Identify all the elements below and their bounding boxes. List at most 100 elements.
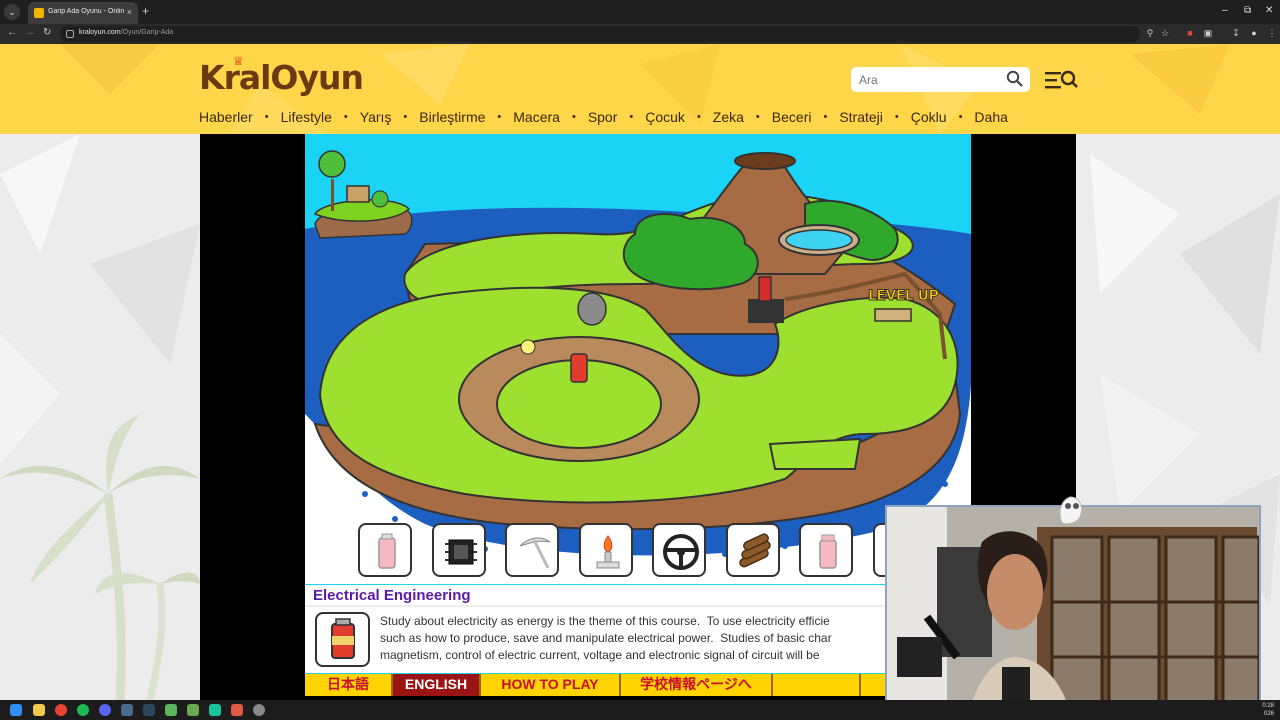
how-to-play-button[interactable]: HOW TO PLAY — [481, 674, 621, 696]
nav-item-11[interactable]: Daha — [974, 109, 1007, 125]
tool-slot-burner[interactable] — [579, 523, 633, 577]
reload-icon[interactable]: ↻ — [43, 27, 51, 38]
nav-item-0[interactable]: Haberler — [199, 109, 253, 125]
steering-wheel-icon — [663, 534, 699, 570]
chrome-icon[interactable] — [55, 704, 67, 716]
forward-icon[interactable]: → — [25, 27, 35, 38]
canister-icon — [819, 534, 837, 569]
bunsen-burner-icon — [596, 535, 620, 569]
app-green-icon[interactable] — [209, 704, 221, 716]
japanese-button[interactable]: 日本語 — [305, 674, 393, 696]
address-bar[interactable]: kraloyun.com/Oyun/Garip-Ada — [60, 26, 1140, 42]
nav-separator: • — [343, 111, 348, 123]
spotify-icon[interactable] — [77, 704, 89, 716]
taskbar: 0:28 026 — [0, 700, 1280, 720]
minimize-button[interactable]: – — [1222, 5, 1228, 16]
tab-title: Garip Ada Oyunu - Online ücre — [48, 8, 124, 15]
tool-slot-battery[interactable] — [358, 523, 412, 577]
nav-item-6[interactable]: Çocuk — [645, 109, 685, 125]
nav-item-2[interactable]: Yarış — [360, 109, 392, 125]
clock-time: 0:28 — [1262, 703, 1274, 709]
battery-icon — [331, 618, 355, 659]
tool-slot-canister[interactable] — [799, 523, 853, 577]
discord-icon[interactable] — [99, 704, 111, 716]
site-header: KralOyun ♕ Haberler • Lifestyle • Yarış • Birl… — [0, 44, 1280, 134]
course-icon — [315, 612, 370, 667]
tool-slot-chip[interactable] — [432, 523, 486, 577]
browser-tab-bar: ⌄ Garip Ada Oyunu - Online ücre × + – ⧉ … — [0, 0, 1280, 24]
nav-separator: • — [696, 111, 701, 123]
settings-icon[interactable] — [253, 704, 265, 716]
restore-button[interactable]: ⧉ — [1244, 5, 1251, 16]
system-clock[interactable]: 0:28 026 — [1262, 702, 1274, 718]
nav-item-8[interactable]: Beceri — [772, 109, 812, 125]
battery-icon — [378, 533, 396, 569]
nav-item-4[interactable]: Macera — [513, 109, 560, 125]
steam-alt-icon[interactable] — [143, 704, 155, 716]
webcam-overlay — [885, 505, 1261, 717]
search-input[interactable] — [859, 71, 999, 88]
extensions-puzzle-icon[interactable]: ▣ — [1203, 28, 1213, 38]
nav-separator: • — [629, 111, 634, 123]
course-description: Study about electricity as energy is the… — [380, 613, 885, 664]
empty-button[interactable] — [773, 674, 861, 696]
tool-slot-logs[interactable] — [726, 523, 780, 577]
tool-slot-wheel[interactable] — [652, 523, 706, 577]
downloads-icon[interactable]: ↧ — [1231, 28, 1241, 38]
course-header: Electrical Engineering — [305, 585, 885, 607]
extension-icon[interactable]: ■ — [1185, 28, 1195, 38]
nav-separator: • — [894, 111, 899, 123]
level-up-label[interactable]: LEVEL UP — [867, 288, 939, 305]
search-box — [851, 67, 1030, 92]
nav-item-3[interactable]: Birleştirme — [419, 109, 485, 125]
chip-icon — [445, 539, 477, 565]
back-icon[interactable]: ← — [7, 27, 17, 38]
nav-separator: • — [264, 111, 269, 123]
island-scene[interactable] — [305, 134, 971, 584]
new-tab-button[interactable]: + — [142, 4, 149, 18]
nav-item-1[interactable]: Lifestyle — [281, 109, 332, 125]
english-button[interactable]: ENGLISH — [393, 674, 481, 696]
steam-icon[interactable] — [121, 704, 133, 716]
webcam-feed — [887, 507, 1259, 715]
description-line: magnetism, control of electric current, … — [380, 648, 820, 662]
crown-icon: ♕ — [233, 54, 244, 68]
description-line: Study about electricity as energy is the… — [380, 614, 830, 628]
browser-menu-icon[interactable]: ⋮ — [1267, 28, 1277, 38]
nav-item-9[interactable]: Strateji — [839, 109, 883, 125]
site-logo[interactable]: KralOyun ♕ — [199, 54, 364, 97]
owl-mascot-icon — [1059, 496, 1083, 525]
tab-close-button[interactable]: × — [127, 7, 132, 17]
course-title: Electrical Engineering — [313, 587, 471, 604]
file-explorer-icon[interactable] — [33, 704, 45, 716]
category-nav: Haberler • Lifestyle • Yarış • Birleştirme • Mac… — [199, 107, 1008, 127]
game-canvas[interactable]: LEVEL UP Electrical Engineering Study ab… — [305, 134, 971, 696]
school-info-button[interactable]: 学校情報ページへ — [621, 674, 773, 696]
app-icon[interactable] — [187, 704, 199, 716]
search-icon[interactable] — [1006, 70, 1024, 88]
tool-slot-pickaxe[interactable] — [505, 523, 559, 577]
site-info-icon[interactable] — [66, 30, 74, 38]
pickaxe-icon — [519, 537, 551, 569]
language-bar: 日本語 ENGLISH HOW TO PLAY 学校情報ページへ — [305, 674, 971, 696]
close-window-button[interactable]: ✕ — [1265, 5, 1273, 16]
browser-toolbar: ← → ↻ kraloyun.com/Oyun/Garip-Ada ⚲ ☆ ■ … — [0, 24, 1280, 44]
app-red-icon[interactable] — [231, 704, 243, 716]
course-description-panel: Study about electricity as energy is the… — [305, 607, 885, 673]
nav-item-7[interactable]: Zeka — [713, 109, 744, 125]
play-icon[interactable] — [165, 704, 177, 716]
logo-text: KralOyun — [199, 58, 364, 97]
profile-icon[interactable]: ● — [1249, 28, 1259, 38]
nav-item-5[interactable]: Spor — [588, 109, 618, 125]
tab-search-button[interactable]: ⌄ — [4, 4, 20, 20]
zoom-icon[interactable]: ⚲ — [1145, 28, 1155, 38]
nav-separator: • — [403, 111, 408, 123]
bookmark-star-icon[interactable]: ☆ — [1160, 28, 1170, 38]
menu-search-icon[interactable] — [1044, 69, 1078, 91]
nav-separator: • — [755, 111, 760, 123]
site-favicon-icon — [34, 8, 44, 18]
browser-tab[interactable]: Garip Ada Oyunu - Online ücre × — [28, 2, 138, 24]
nav-item-10[interactable]: Çoklu — [911, 109, 947, 125]
start-icon[interactable] — [10, 704, 22, 716]
description-line: such as how to produce, save and manipul… — [380, 631, 832, 645]
